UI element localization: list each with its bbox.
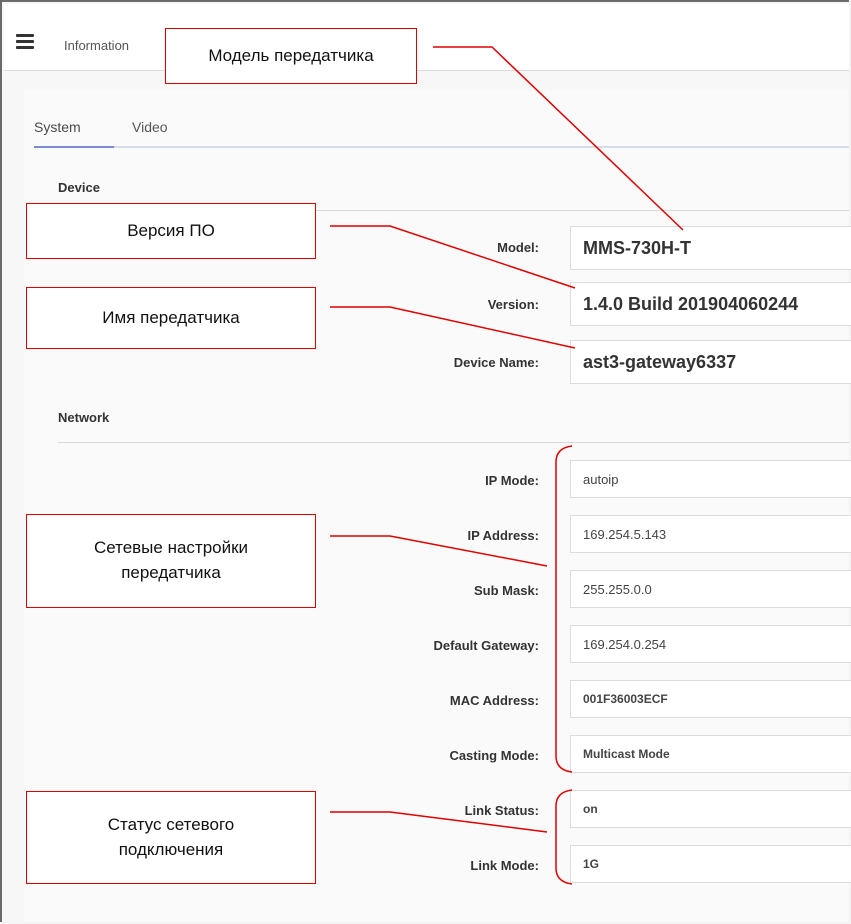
device-section-title: Device: [58, 180, 100, 195]
default-gateway-field[interactable]: 169.254.0.254: [570, 625, 851, 663]
ip-address-label: IP Address:: [467, 528, 539, 543]
active-tab-indicator: [34, 146, 114, 148]
page-title: Information: [64, 38, 130, 53]
mac-address-field[interactable]: 001F36003ECF: [570, 680, 851, 718]
network-section-title: Network: [58, 410, 110, 425]
ip-address-field[interactable]: 169.254.5.143: [570, 515, 851, 553]
device-name-label: Device Name:: [453, 355, 539, 370]
tab-video[interactable]: Video: [132, 119, 168, 135]
sub-mask-label: Sub Mask:: [473, 583, 539, 598]
version-field[interactable]: 1.4.0 Build 201904060244: [570, 282, 851, 326]
version-label: Version:: [487, 297, 539, 312]
callout-network-line-2: передатчика: [121, 563, 221, 582]
link-status-label: Link Status:: [464, 803, 539, 818]
network-divider: [58, 442, 849, 443]
callout-network-line-1: Сетевые настройки: [93, 538, 249, 558]
callout-link: Статус сетевого подключения: [26, 791, 316, 884]
callout-model: Модель передатчика: [165, 28, 417, 84]
device-name-field[interactable]: ast3-gateway6337: [570, 340, 851, 384]
top-bar: Information: [4, 4, 849, 71]
link-status-field[interactable]: on: [570, 790, 851, 828]
app-frame: Information System Video Device Model: M…: [0, 0, 851, 922]
casting-mode-field[interactable]: Multicast Mode: [570, 735, 851, 773]
link-mode-field[interactable]: 1G: [570, 845, 851, 883]
hamburger-icon[interactable]: [16, 34, 34, 49]
callout-network: Сетевые настройки передатчика: [26, 514, 316, 608]
sub-mask-field[interactable]: 255.255.0.0: [570, 570, 851, 608]
ip-mode-field[interactable]: autoip: [570, 460, 851, 498]
default-gateway-label: Default Gateway:: [433, 638, 539, 653]
callout-link-line-1: Статус сетевого: [107, 814, 235, 834]
callout-version: Версия ПО: [26, 203, 316, 259]
tab-bar: System Video: [34, 112, 849, 148]
callout-link-line-2: подключения: [118, 839, 224, 859]
model-label: Model:: [497, 240, 539, 255]
model-field[interactable]: MMS-730H-T: [570, 226, 851, 270]
ip-mode-label: IP Mode:: [485, 473, 539, 488]
tab-system[interactable]: System: [34, 119, 81, 135]
mac-address-label: MAC Address:: [449, 693, 539, 708]
link-mode-label: Link Mode:: [470, 858, 539, 873]
casting-mode-label: Casting Mode:: [449, 748, 539, 763]
callout-device-name: Имя передатчика: [26, 287, 316, 349]
